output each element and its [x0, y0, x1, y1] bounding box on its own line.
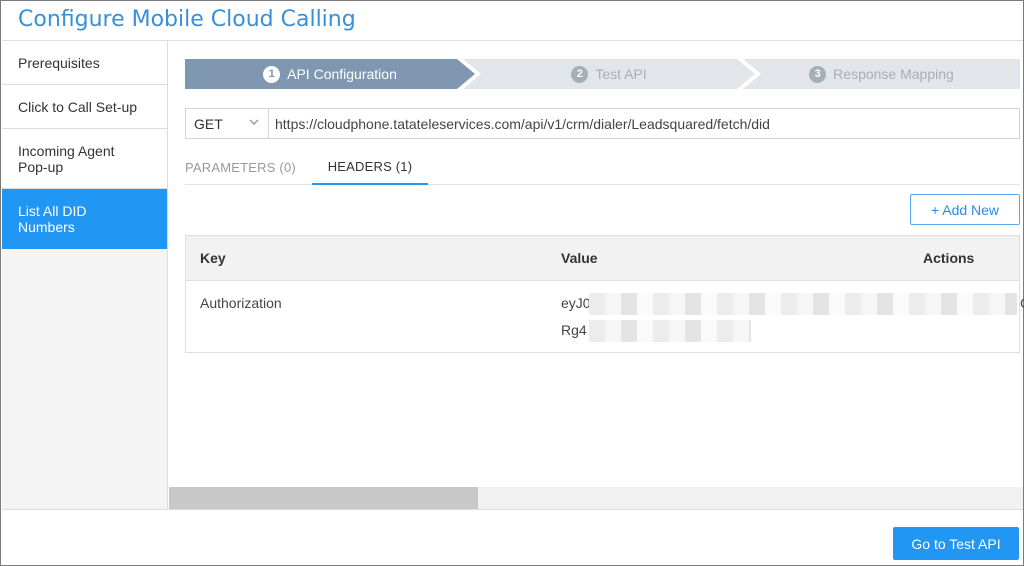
- column-header-value: Value: [561, 250, 598, 266]
- headers-table: Key Value Actions Authorization eyJ0 Rg4…: [185, 235, 1024, 353]
- step-label: Response Mapping: [833, 66, 954, 82]
- go-to-test-api-button[interactable]: Go to Test API: [893, 527, 1019, 560]
- sidebar-item-label: Prerequisites: [18, 54, 100, 71]
- sidebar-item-prerequisites[interactable]: Prerequisites: [2, 41, 167, 85]
- tab-headers[interactable]: HEADERS (1): [312, 149, 428, 185]
- header-value-line-2: Rg4: [561, 322, 587, 338]
- request-tabs: PARAMETERS (0) HEADERS (1): [185, 149, 1020, 185]
- header-value-line-1: eyJ0: [561, 295, 591, 311]
- step-label: Test API: [595, 66, 647, 82]
- step-number-badge: 2: [571, 65, 589, 83]
- step-test-api[interactable]: 2 Test API: [463, 59, 755, 89]
- header-value-overflow: C: [1020, 295, 1024, 311]
- table-header: Key Value Actions: [186, 236, 1019, 281]
- sidebar: Prerequisites Click to Call Set-up Incom…: [2, 41, 168, 509]
- url-input[interactable]: https://cloudphone.tatateleservices.com/…: [269, 108, 1020, 139]
- main-panel: 1 API Configuration 2 Test API 3 Respons…: [169, 41, 1024, 509]
- step-number-badge: 1: [263, 65, 281, 83]
- horizontal-scrollbar[interactable]: [169, 487, 1023, 509]
- sidebar-item-label: Click to Call Set-up: [18, 98, 138, 115]
- sidebar-item-incoming-agent-popup[interactable]: Incoming Agent Pop-up: [2, 129, 167, 189]
- redacted-value-blur: [589, 320, 751, 342]
- redacted-value-blur: [589, 293, 1017, 315]
- step-api-configuration[interactable]: 1 API Configuration: [185, 59, 475, 89]
- tab-parameters[interactable]: PARAMETERS (0): [185, 149, 296, 185]
- step-label: API Configuration: [287, 66, 397, 82]
- dialog-window: Configure Mobile Cloud Calling Prerequis…: [0, 0, 1024, 566]
- step-wizard: 1 API Configuration 2 Test API 3 Respons…: [185, 59, 1020, 89]
- sidebar-item-click-to-call[interactable]: Click to Call Set-up: [2, 85, 167, 129]
- add-new-button[interactable]: + Add New: [910, 194, 1020, 225]
- header-key-cell: Authorization: [200, 295, 282, 311]
- http-method-value: GET: [194, 115, 223, 132]
- column-header-actions: Actions: [923, 250, 975, 266]
- scrollbar-thumb[interactable]: [169, 487, 478, 509]
- page-title: Configure Mobile Cloud Calling: [18, 7, 356, 32]
- sidebar-item-list-all-did[interactable]: List All DID Numbers: [2, 189, 167, 249]
- chevron-down-icon: [248, 116, 260, 131]
- column-header-key: Key: [200, 250, 226, 266]
- footer-divider: [2, 509, 1023, 510]
- step-number-badge: 3: [809, 65, 827, 83]
- step-response-mapping[interactable]: 3 Response Mapping: [743, 59, 1020, 89]
- sidebar-item-label: Incoming Agent Pop-up: [18, 142, 115, 175]
- sidebar-item-label: List All DID Numbers: [18, 203, 87, 235]
- table-row: Authorization eyJ0 Rg4 C: [186, 281, 1024, 352]
- http-method-select[interactable]: GET: [185, 108, 269, 139]
